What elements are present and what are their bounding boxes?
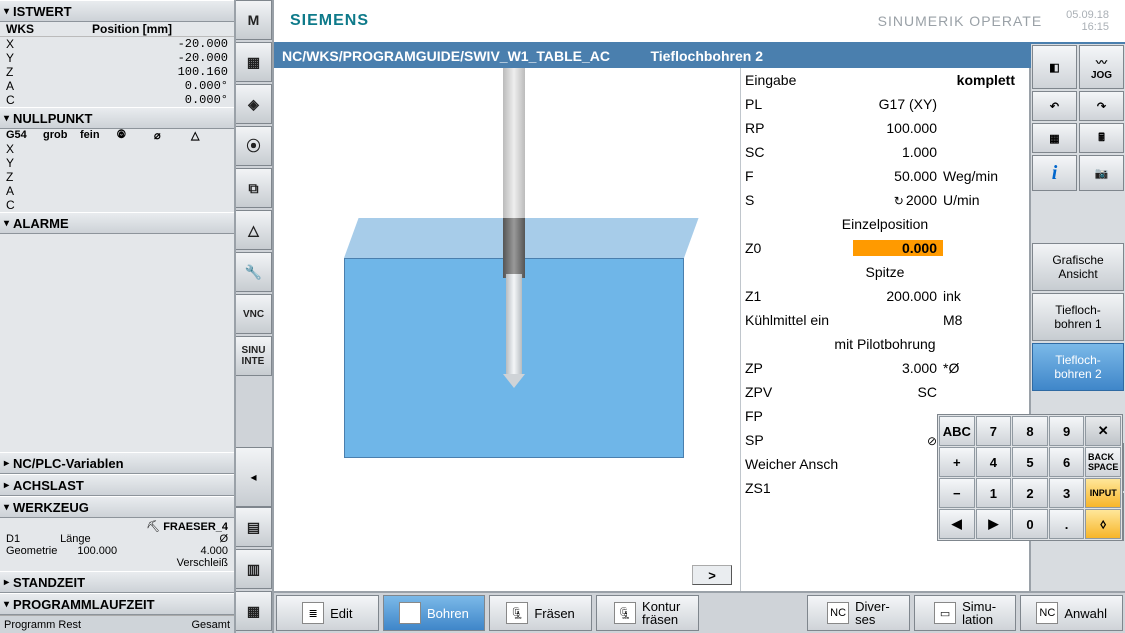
axis-row: X-20.000	[0, 37, 234, 51]
bottom-softkeys: ≣Edit⛏Bohren🗜Fräsen🗜Kontur fräsen NCDiver…	[274, 591, 1125, 633]
keypad-key[interactable]: 9	[1049, 416, 1085, 446]
product-name: SINUMERIK OPERATE	[878, 13, 1043, 29]
form-row[interactable]: Einzelposition	[741, 212, 1029, 236]
undo-button[interactable]: ↶	[1032, 91, 1077, 121]
axis-row: C0.000°	[0, 93, 234, 107]
bottom-softkey[interactable]: 🗜Fräsen	[489, 595, 592, 631]
left-panel: ▾ISTWERT WKSPosition [mm] X-20.000Y-20.0…	[0, 0, 236, 633]
keypad-key[interactable]: 6	[1049, 447, 1085, 477]
top-bar: SIEMENS SINUMERIK OPERATE 05.09.1816:15	[274, 0, 1125, 44]
form-row[interactable]: Eingabekomplett	[741, 68, 1029, 92]
tool-button-8[interactable]: SINU INTE	[236, 336, 272, 376]
mode-button[interactable]: ◧	[1032, 45, 1077, 89]
nullpunkt-header[interactable]: ▾NULLPUNKT	[0, 107, 234, 129]
keypad-key[interactable]: ABC	[939, 416, 975, 446]
form-row[interactable]: Spitze	[741, 260, 1029, 284]
tool-button-11[interactable]: ▥	[236, 549, 272, 589]
form-row[interactable]: S2000U/min	[741, 188, 1029, 212]
bottom-softkey[interactable]: ⛏Bohren	[383, 595, 486, 631]
keypad-key[interactable]: 0	[1012, 509, 1048, 539]
keypad-key[interactable]: 1	[976, 478, 1012, 508]
redo-button[interactable]: ↷	[1079, 91, 1124, 121]
tool-button-4[interactable]: ⧉	[236, 168, 272, 208]
form-row[interactable]: ZPVSC	[741, 380, 1029, 404]
bottom-softkey	[703, 595, 804, 631]
keypad-key[interactable]: .	[1049, 509, 1085, 539]
form-row[interactable]: mit Pilotbohrung	[741, 332, 1029, 356]
tool-column: M▦◈⦿⧉△🔧VNCSINU INTE◂▤▥▦	[236, 0, 274, 633]
brand-logo: SIEMENS	[290, 12, 369, 30]
form-row[interactable]: Z1200.000ink	[741, 284, 1029, 308]
jog-button[interactable]: 〰JOG	[1079, 45, 1124, 89]
bottom-softkey[interactable]: NCDiver- ses	[807, 595, 910, 631]
laufzeit-header[interactable]: ▾PROGRAMMLAUFZEIT	[0, 593, 234, 615]
tool-button-12[interactable]: ▦	[236, 591, 272, 631]
keypad-key[interactable]: ◀	[939, 509, 975, 539]
form-row[interactable]: SC1.000	[741, 140, 1029, 164]
keypad-key[interactable]: BACK SPACE	[1085, 447, 1121, 477]
clock: 05.09.1816:15	[1066, 9, 1109, 33]
softkey[interactable]: Tiefloch- bohren 2	[1032, 343, 1124, 391]
alarme-header[interactable]: ▾ALARME	[0, 212, 234, 234]
werkzeug-header[interactable]: ▾WERKZEUG	[0, 496, 234, 518]
keypad-key[interactable]: −	[939, 478, 975, 508]
form-row[interactable]: Kühlmittel einM8	[741, 308, 1029, 332]
softkey[interactable]: Grafische Ansicht	[1032, 243, 1124, 291]
program-path: NC/WKS/PROGRAMGUIDE/SWIV_W1_TABLE_AC	[282, 48, 610, 64]
istwert-header[interactable]: ▾ISTWERT	[0, 0, 234, 22]
axis-row: Z100.160	[0, 65, 234, 79]
keypad-key[interactable]: 5	[1012, 447, 1048, 477]
tool-button-2[interactable]: ◈	[236, 84, 272, 124]
program-path-bar: NC/WKS/PROGRAMGUIDE/SWIV_W1_TABLE_AC Tie…	[274, 44, 1031, 68]
keypad-key[interactable]: 2	[1012, 478, 1048, 508]
numeric-keypad: ABC789✕ +456BACK SPACE −123INPUT ◀▶0.⬨	[937, 414, 1123, 541]
standzeit-header[interactable]: ▸STANDZEIT	[0, 571, 234, 593]
bottom-softkey[interactable]: 🗜Kontur fräsen	[596, 595, 699, 631]
softkey[interactable]: Tiefloch- bohren 1	[1032, 293, 1124, 341]
keypad-key[interactable]: ✕	[1085, 416, 1121, 446]
form-row[interactable]: RP100.000	[741, 116, 1029, 140]
tool-button-10[interactable]: ▤	[236, 507, 272, 547]
keypad-key[interactable]: 3	[1049, 478, 1085, 508]
calc-button[interactable]: 🖩	[1079, 123, 1124, 153]
axis-row: Y-20.000	[0, 51, 234, 65]
cycle-title: Tieflochbohren 2	[650, 48, 763, 64]
keypad-key[interactable]: 8	[1012, 416, 1048, 446]
form-row[interactable]: PLG17 (XY)	[741, 92, 1029, 116]
form-row[interactable]: ZP3.000*Ø	[741, 356, 1029, 380]
keypad-key[interactable]: 7	[976, 416, 1012, 446]
collapse-button[interactable]: ◂	[236, 447, 272, 507]
scroll-right-button[interactable]: >	[692, 565, 732, 585]
bottom-softkey[interactable]: ▭Simu- lation	[914, 595, 1017, 631]
tool-button-3[interactable]: ⦿	[236, 126, 272, 166]
keypad-key[interactable]: ▶	[976, 509, 1012, 539]
camera-button[interactable]: 📷	[1079, 155, 1124, 191]
softkey	[1032, 193, 1124, 241]
info-button[interactable]: i	[1032, 155, 1077, 191]
ncplc-header[interactable]: ▸NC/PLC-Variablen	[0, 452, 234, 474]
tool-button-5[interactable]: △	[236, 210, 272, 250]
tool-button-6[interactable]: 🔧	[236, 252, 272, 292]
form-row[interactable]: F50.000Weg/min	[741, 164, 1029, 188]
grid-button[interactable]: ▦	[1032, 123, 1077, 153]
keypad-key[interactable]: 4	[976, 447, 1012, 477]
tool-button-7[interactable]: VNC	[236, 294, 272, 334]
tool-button-0[interactable]: M	[236, 0, 272, 40]
form-row[interactable]: Z00.000	[741, 236, 1029, 260]
keypad-key[interactable]: INPUT	[1085, 478, 1121, 508]
cycle-visualization: >	[274, 68, 741, 591]
keypad-key[interactable]: ⬨	[1085, 509, 1121, 539]
bottom-softkey[interactable]: ≣Edit	[276, 595, 379, 631]
keypad-key[interactable]: +	[939, 447, 975, 477]
tool-button-1[interactable]: ▦	[236, 42, 272, 82]
axis-row: A0.000°	[0, 79, 234, 93]
bottom-softkey[interactable]: NCAnwahl	[1020, 595, 1123, 631]
achslast-header[interactable]: ▸ACHSLAST	[0, 474, 234, 496]
